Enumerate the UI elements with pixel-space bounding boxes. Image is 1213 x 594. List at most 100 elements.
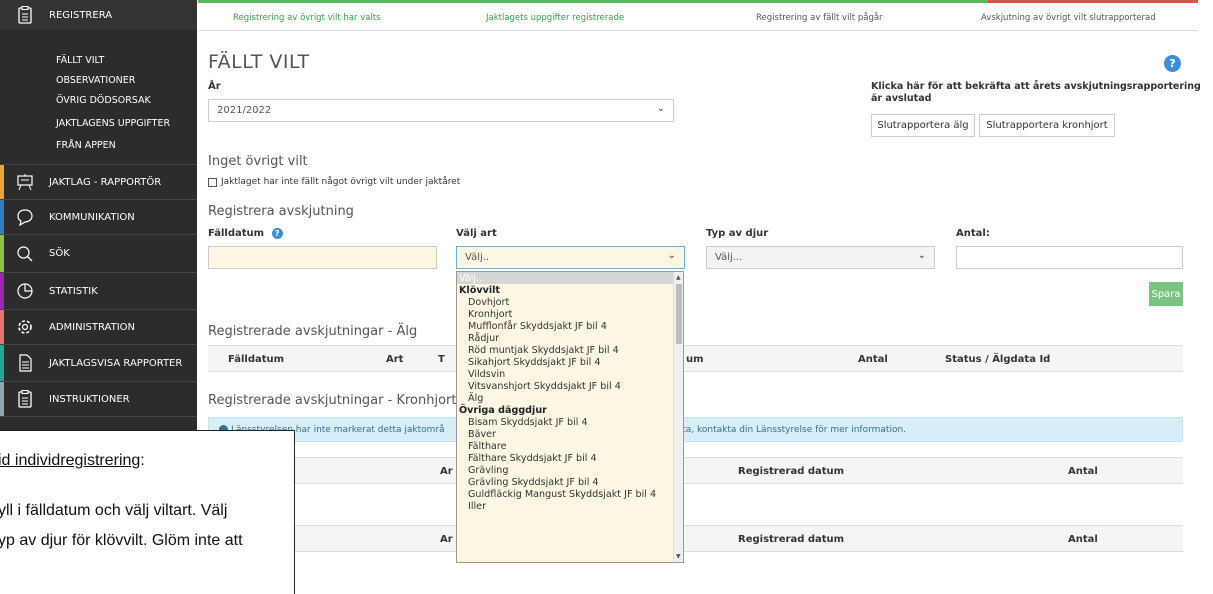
search-icon xyxy=(15,244,35,264)
slutrapportera-alg-button[interactable]: Slutrapportera älg xyxy=(871,114,975,137)
kronhjort-table-header: Ar Registrerad datum Antal xyxy=(208,457,1183,484)
dropdown-option[interactable]: Fälthare Skyddsjakt JF bil 4 xyxy=(468,453,597,464)
falldatum-label-text: Fälldatum xyxy=(208,228,265,239)
valj-art-select[interactable]: Välj.. ⌄ xyxy=(456,246,685,269)
sidebar-item-label: JAKTLAGSVISA RAPPORTER xyxy=(49,357,183,369)
dropdown-option[interactable]: Bisam Skyddsjakt JF bil 4 xyxy=(468,417,588,428)
sidebar-item-administration[interactable]: ADMINISTRATION xyxy=(0,310,197,344)
sidebar-item-label: STATISTIK xyxy=(49,285,98,297)
col-falldatum: Fälldatum xyxy=(228,354,285,365)
overlay-line-3: yp av djur för klövvilt. Glöm inte att xyxy=(0,532,243,549)
confirm-text-2: är avslutad xyxy=(871,93,932,104)
info-icon[interactable]: ? xyxy=(271,228,283,239)
dropdown-scrollbar-thumb[interactable] xyxy=(676,284,682,344)
dropdown-option[interactable]: Vildsvin xyxy=(468,369,505,380)
sidebar-item-statistik[interactable]: STATISTIK xyxy=(0,273,197,309)
col-registrerad-datum: Registrerad datum xyxy=(738,466,845,477)
typ-av-djur-value: Välj... xyxy=(715,252,743,263)
sidebar-item-jaktlag-rapportor[interactable]: JAKTLAG - RAPPORTÖR xyxy=(0,165,197,199)
sidebar-subitem-ovrig-dodsorsak[interactable]: ÖVRIG DÖDSORSAK xyxy=(56,95,151,106)
dropdown-option[interactable]: Dovhjort xyxy=(468,297,509,308)
sidebar-subitem-jaktlagens-uppgifter[interactable]: JAKTLAGENS UPPGIFTER xyxy=(56,118,170,129)
board-icon xyxy=(15,172,35,192)
dropdown-option[interactable]: Mufflonfår Skyddsjakt JF bil 4 xyxy=(468,321,607,332)
sidebar-item-kommunikation[interactable]: KOMMUNIKATION xyxy=(0,200,197,234)
col-datum: um xyxy=(686,354,704,365)
typ-av-djur-select[interactable]: Välj... ⌄ xyxy=(706,246,935,269)
slutrapportera-kronhjort-button[interactable]: Slutrapportera kronhjort xyxy=(979,114,1115,137)
sidebar-item-jaktlagsvisa-rapporter[interactable]: JAKTLAGSVISA RAPPORTER xyxy=(0,345,197,381)
sidebar-item-registrera[interactable]: REGISTRERA xyxy=(0,0,197,30)
dropdown-option[interactable]: Rådjur xyxy=(468,333,499,344)
sidebar-item-label: REGISTRERA xyxy=(49,9,113,21)
inget-ovrigt-vilt-heading: Inget övrigt vilt xyxy=(208,154,308,169)
sidebar-accent xyxy=(0,165,4,199)
dropdown-option-selected[interactable] xyxy=(457,272,674,284)
sidebar-accent xyxy=(0,235,4,272)
sidebar-subitem-observationer[interactable]: OBSERVATIONER xyxy=(56,75,135,86)
sidebar-subitem-fran-appen[interactable]: FRÅN APPEN xyxy=(56,140,116,151)
spara-button[interactable]: Spara xyxy=(1149,282,1183,306)
year-label: År xyxy=(208,81,221,92)
sidebar-item-label: KOMMUNIKATION xyxy=(49,211,135,223)
dropdown-option[interactable]: Röd muntjak Skyddsjakt JF bil 4 xyxy=(468,345,619,356)
dropdown-option[interactable]: Kronhjort xyxy=(468,309,512,320)
sidebar-item-label: INSTRUKTIONER xyxy=(49,393,130,405)
art-dropdown-list[interactable]: Välj.. Klövvilt Dovhjort Kronhjort Muffl… xyxy=(456,271,684,563)
info-text-right: data, kontakta din Länsstyrelse för mer … xyxy=(671,425,907,435)
inget-vilt-checkbox[interactable] xyxy=(208,177,217,187)
sidebar-item-instruktioner[interactable]: INSTRUKTIONER xyxy=(0,382,197,416)
col-antal: Antal xyxy=(858,354,888,365)
info-alert: Länsstyrelsen har inte markerat detta ja… xyxy=(208,417,1183,442)
dropdown-option[interactable]: Guldfläckig Mangust Skyddsjakt JF bil 4 xyxy=(468,489,656,500)
page-title: FÄLLT VILT xyxy=(208,51,310,73)
dropdown-option[interactable]: Välj.. xyxy=(459,273,482,284)
col-antal: Antal xyxy=(1068,466,1098,477)
help-icon[interactable]: ? xyxy=(1164,55,1181,72)
sidebar-item-label: JAKTLAG - RAPPORTÖR xyxy=(49,176,162,188)
kronhjort-section-heading: Registrerade avskjutningar - Kronhjort xyxy=(208,393,457,408)
year-value: 2021/2022 xyxy=(217,105,272,116)
falldatum-label: Fälldatum ? xyxy=(208,228,283,239)
dropdown-option[interactable]: Iller xyxy=(468,501,486,512)
scroll-up-arrow-icon[interactable]: ▲ xyxy=(676,274,681,281)
scroll-down-arrow-icon[interactable]: ▼ xyxy=(676,553,681,560)
sidebar-accent xyxy=(0,310,4,344)
col-typ: T xyxy=(438,354,445,365)
falldatum-input[interactable] xyxy=(208,246,437,269)
dropdown-scrollbar[interactable]: ▲ ▼ xyxy=(673,272,683,562)
dropdown-option[interactable]: Grävling xyxy=(468,465,508,476)
overlay-line-2: yll i fälldatum och välj viltart. Välj xyxy=(0,502,228,519)
progress-line-remaining xyxy=(988,0,1198,3)
year-select[interactable]: 2021/2022 ⌄ xyxy=(208,99,674,122)
clipboard-icon xyxy=(15,5,35,25)
dropdown-option[interactable]: Bäver xyxy=(468,429,496,440)
dropdown-option[interactable]: Fälthare xyxy=(468,441,507,452)
chevron-down-icon: ⌄ xyxy=(917,250,926,261)
overlay-heading: id individregistrering: xyxy=(0,452,145,470)
alg-table-header: Fälldatum Art T um Antal Status / Älgdat… xyxy=(208,345,1183,372)
chevron-down-icon: ⌄ xyxy=(667,250,676,261)
dropdown-option[interactable]: Grävling Skyddsjakt JF bil 4 xyxy=(468,477,599,488)
dropdown-option[interactable]: Älg xyxy=(468,393,483,404)
col-art: Ar xyxy=(440,466,453,477)
step-4: Avskjutning av övrigt vilt slutrapporter… xyxy=(981,13,1156,23)
inget-vilt-checkbox-label: Jaktlaget har inte fällt något övrigt vi… xyxy=(221,177,461,187)
col-antal: Antal xyxy=(1068,534,1098,545)
pie-chart-icon xyxy=(15,281,35,301)
dropdown-option[interactable]: Sikahjort Skyddsjakt JF bil 4 xyxy=(468,357,600,368)
sidebar-accent xyxy=(0,345,4,381)
dropdown-option[interactable]: Vitsvanshjort Skyddsjakt JF bil 4 xyxy=(468,381,621,392)
dropdown-group-ovriga-daggdjur: Övriga däggdjur xyxy=(459,405,547,416)
sidebar-accent xyxy=(0,273,4,309)
alg-section-heading: Registrerade avskjutningar - Älg xyxy=(208,324,418,339)
sidebar-subitem-fallt-vilt[interactable]: FÄLLT VILT xyxy=(56,55,104,66)
antal-input[interactable] xyxy=(956,246,1183,269)
sidebar-divider xyxy=(0,416,197,417)
step-1: Registrering av övrigt vilt har valts xyxy=(233,13,381,23)
valj-art-value: Välj.. xyxy=(465,252,490,263)
col-art: Ar xyxy=(440,534,453,545)
sidebar-item-sok[interactable]: SÖK xyxy=(0,235,197,272)
progress-line xyxy=(198,0,988,3)
chevron-down-icon: ⌄ xyxy=(656,103,665,114)
